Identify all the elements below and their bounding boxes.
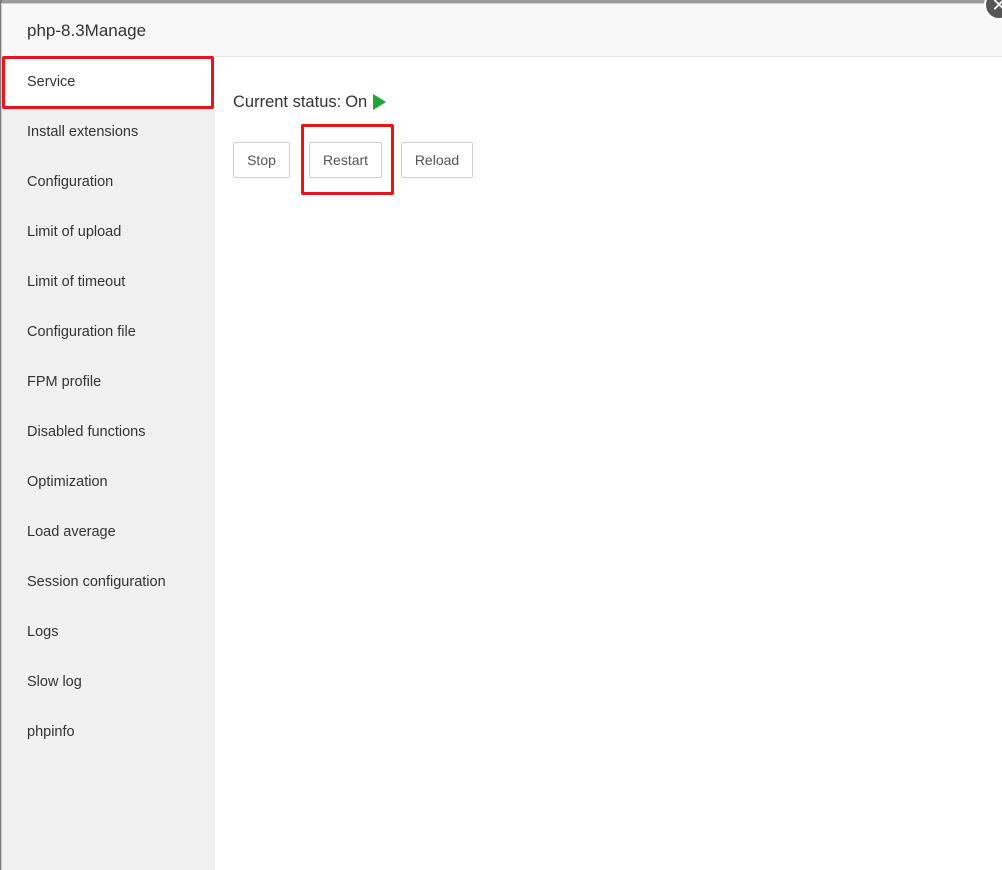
sidebar-item-label: Load average xyxy=(27,524,116,540)
sidebar-item-label: Slow log xyxy=(27,674,82,690)
sidebar-item-label: Logs xyxy=(27,624,59,640)
sidebar-item-logs[interactable]: Logs xyxy=(2,607,215,657)
reload-button[interactable]: Reload xyxy=(401,142,473,178)
sidebar-item-phpinfo[interactable]: phpinfo xyxy=(2,707,215,757)
sidebar-item-session-configuration[interactable]: Session configuration xyxy=(2,557,215,607)
sidebar-item-load-average[interactable]: Load average xyxy=(2,507,215,557)
sidebar-item-service[interactable]: Service xyxy=(2,56,215,109)
sidebar-item-disabled-functions[interactable]: Disabled functions xyxy=(2,407,215,457)
restart-button[interactable]: Restart xyxy=(309,142,382,178)
sidebar-item-label: Disabled functions xyxy=(27,424,146,440)
sidebar-item-label: FPM profile xyxy=(27,374,102,390)
sidebar-item-label: Service xyxy=(27,74,76,90)
sidebar: Service Install extensions Configuration… xyxy=(2,56,215,870)
sidebar-item-label: Optimization xyxy=(27,474,108,490)
close-icon[interactable]: ✕ xyxy=(984,0,1002,20)
sidebar-item-label: Limit of timeout xyxy=(27,274,126,290)
sidebar-item-label: Configuration xyxy=(27,174,114,190)
status-row: Current status: On xyxy=(233,91,387,113)
sidebar-item-optimization[interactable]: Optimization xyxy=(2,457,215,507)
sidebar-item-label: Limit of upload xyxy=(27,224,122,240)
status-label: Current status: xyxy=(233,93,342,111)
service-panel: Current status: On Stop Restart Reload xyxy=(215,57,1002,870)
sidebar-item-limit-of-upload[interactable]: Limit of upload xyxy=(2,207,215,257)
dialog-title: php-8.3Manage xyxy=(27,21,147,40)
php-manage-dialog: php-8.3Manage ✕ Service Install extensio… xyxy=(2,0,1002,870)
sidebar-item-label: phpinfo xyxy=(27,724,75,740)
sidebar-item-slow-log[interactable]: Slow log xyxy=(2,657,215,707)
sidebar-item-configuration[interactable]: Configuration xyxy=(2,157,215,207)
sidebar-item-label: Install extensions xyxy=(27,124,139,140)
sidebar-item-limit-of-timeout[interactable]: Limit of timeout xyxy=(2,257,215,307)
sidebar-item-fpm-profile[interactable]: FPM profile xyxy=(2,357,215,407)
sidebar-item-install-extensions[interactable]: Install extensions xyxy=(2,107,215,157)
dialog-header: php-8.3Manage ✕ xyxy=(2,0,1002,57)
sidebar-item-label: Configuration file xyxy=(27,324,136,340)
sidebar-item-label: Session configuration xyxy=(27,574,166,590)
status-value: On xyxy=(345,93,368,111)
play-icon xyxy=(373,94,387,110)
stop-button[interactable]: Stop xyxy=(233,142,290,178)
sidebar-item-configuration-file[interactable]: Configuration file xyxy=(2,307,215,357)
